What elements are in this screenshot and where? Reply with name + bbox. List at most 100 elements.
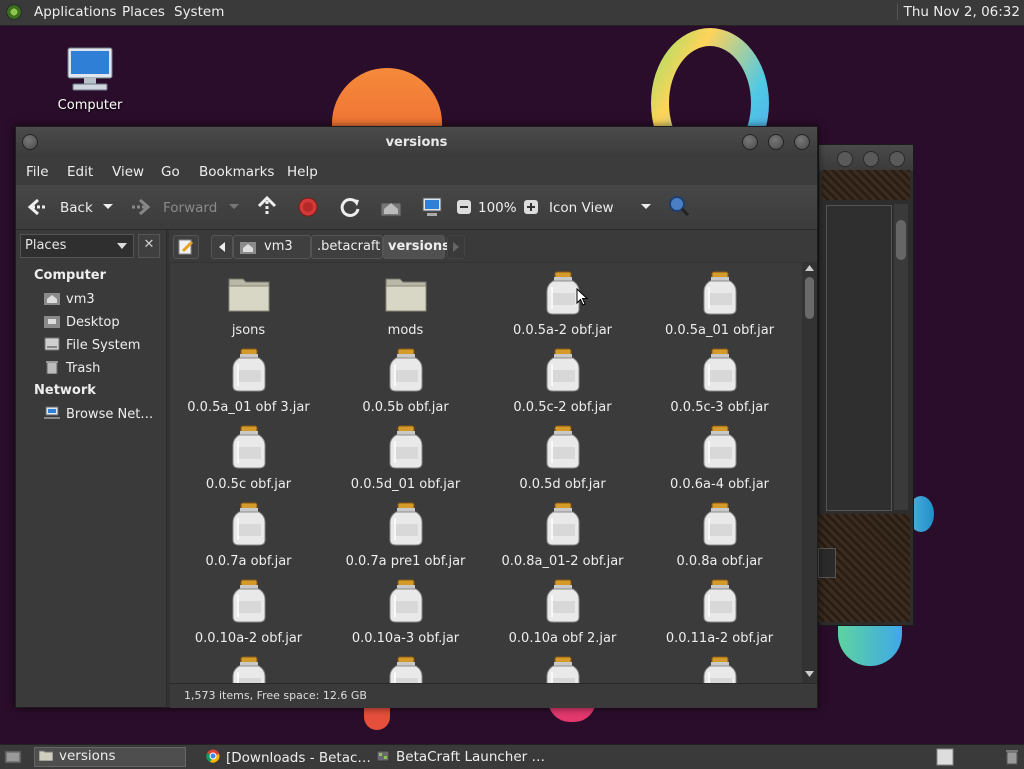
sidebar-item-trash[interactable]: Trash [44,360,100,376]
workspace-switcher-icon[interactable] [936,748,954,766]
breadcrumb-scroll-left[interactable] [211,235,233,259]
taskbar-item-versions[interactable]: versions [34,747,186,767]
sidebar-item-vm3[interactable]: vm3 [44,291,95,307]
chevron-up-icon[interactable] [805,265,814,271]
file-name: 0.0.5d_01 obf.jar [350,477,461,492]
desktop-computer-icon[interactable]: Computer [54,46,126,113]
menu-view[interactable]: View [112,164,144,180]
menu-edit[interactable]: Edit [67,164,93,180]
clock[interactable]: Thu Nov 2, 06:32 [896,4,1020,20]
top-panel: Applications Places System Thu Nov 2, 06… [0,0,1024,26]
places-menu[interactable]: Places [122,4,165,20]
maximize-button[interactable] [863,151,879,167]
show-desktop-icon[interactable] [4,749,22,765]
jar-file-icon [703,425,736,469]
sidebar-item-label: Browse Net… [66,407,154,422]
zoom-out-icon[interactable] [456,199,472,215]
file-item[interactable]: 0.0.5d_01 obf.jar [327,425,484,492]
file-manager-window[interactable]: versions File Edit View Go Bookmarks Hel… [15,126,818,708]
file-item[interactable]: 0.0.5c obf.jar [170,425,327,492]
jar-file-icon [232,348,265,392]
menu-bookmarks[interactable]: Bookmarks [199,164,274,180]
sidebar-heading-network: Network [34,383,96,398]
breadcrumb-vm3[interactable]: vm3 [233,235,311,259]
breadcrumb-betacraft[interactable]: .betacraft [311,235,383,259]
file-item[interactable]: 0.0.5a_01 obf.jar [641,271,798,338]
sidebar-item-desktop[interactable]: Desktop [44,314,120,330]
places-dropdown[interactable]: Places [20,234,134,258]
maximize-button[interactable] [768,134,784,150]
file-item[interactable] [327,656,484,683]
window-titlebar[interactable]: versions [16,127,817,157]
taskbar-item-downloads[interactable]: [Downloads - Betac… [206,749,371,769]
back-arrow-icon[interactable] [26,197,48,217]
close-sidebar-button[interactable]: ✕ [138,234,160,258]
file-item[interactable]: 0.0.11a-2 obf.jar [641,579,798,646]
file-item[interactable]: 0.0.7a obf.jar [170,502,327,569]
chevron-down-icon[interactable] [805,671,814,677]
file-item[interactable]: 0.0.7a pre1 obf.jar [327,502,484,569]
sidebar-item-file-system[interactable]: File System [44,337,140,353]
menu-file[interactable]: File [26,164,49,180]
menu-help[interactable]: Help [287,164,318,180]
background-window-titlebar[interactable] [819,145,913,171]
jar-file-icon [232,579,265,623]
content-scrollbar[interactable] [802,263,817,683]
file-item[interactable] [641,656,798,683]
close-button[interactable] [794,134,810,150]
scrollbar-thumb[interactable] [805,277,814,319]
minimize-button[interactable] [837,151,853,167]
folder-item[interactable]: jsons [170,271,327,338]
forward-arrow-icon[interactable] [130,197,152,217]
reload-icon[interactable] [339,196,361,218]
file-item[interactable]: 0.0.5b obf.jar [327,348,484,415]
jar-file-icon [703,579,736,623]
computer-icon[interactable] [421,196,443,218]
back-button[interactable]: Back [60,200,93,216]
jar-file-icon [546,425,579,469]
home-icon[interactable] [380,197,402,217]
mate-logo-icon[interactable] [6,4,22,20]
folder-item[interactable]: mods [327,271,484,338]
file-item[interactable]: 0.0.5c-3 obf.jar [641,348,798,415]
close-button[interactable] [889,151,905,167]
file-item[interactable] [484,656,641,683]
file-item[interactable]: 0.0.8a obf.jar [641,502,798,569]
file-item[interactable]: 0.0.5a_01 obf 3.jar [170,348,327,415]
view-mode-select[interactable]: Icon View [549,200,614,216]
menu-go[interactable]: Go [161,164,180,180]
file-item[interactable]: 0.0.6a-4 obf.jar [641,425,798,492]
breadcrumb-scroll-right[interactable] [447,235,465,259]
stop-icon[interactable] [298,197,318,217]
file-item[interactable]: 0.0.10a-3 obf.jar [327,579,484,646]
chevron-down-icon[interactable] [640,203,652,211]
applications-menu[interactable]: Applications [34,4,116,20]
file-item[interactable]: 0.0.5d obf.jar [484,425,641,492]
chevron-down-icon[interactable] [228,203,240,211]
file-item[interactable]: 0.0.5c-2 obf.jar [484,348,641,415]
search-icon[interactable] [668,195,690,217]
scrollbar-thumb[interactable] [896,220,906,260]
file-item[interactable]: 0.0.10a-2 obf.jar [170,579,327,646]
file-item[interactable]: 0.0.10a obf 2.jar [484,579,641,646]
minimize-button[interactable] [742,134,758,150]
edit-location-button[interactable] [173,235,199,259]
file-icon-grid[interactable]: jsons mods 0.0.5a-2 obf.jar 0.0.5a_01 obf.j… [170,263,802,683]
jar-file-icon [546,579,579,623]
system-menu[interactable]: System [174,4,224,20]
sidebar-item-browse-network[interactable]: Browse Net… [44,406,153,422]
zoom-in-icon[interactable] [523,199,539,215]
trash-applet-icon[interactable] [1004,749,1020,765]
up-arrow-icon[interactable] [256,195,278,217]
file-item[interactable]: 0.0.5a-2 obf.jar [484,271,641,338]
jar-file-icon [546,348,579,392]
folder-icon [385,278,426,312]
forward-button[interactable]: Forward [163,200,217,216]
file-item[interactable] [170,656,327,683]
zoom-level[interactable]: 100% [478,200,517,216]
background-window-scrollbar[interactable] [894,204,908,510]
chevron-down-icon[interactable] [102,203,114,211]
breadcrumb-versions[interactable]: versions [383,235,450,259]
taskbar-item-betacraft[interactable]: BetaCraft Launcher … [376,749,545,769]
file-item[interactable]: 0.0.8a_01-2 obf.jar [484,502,641,569]
